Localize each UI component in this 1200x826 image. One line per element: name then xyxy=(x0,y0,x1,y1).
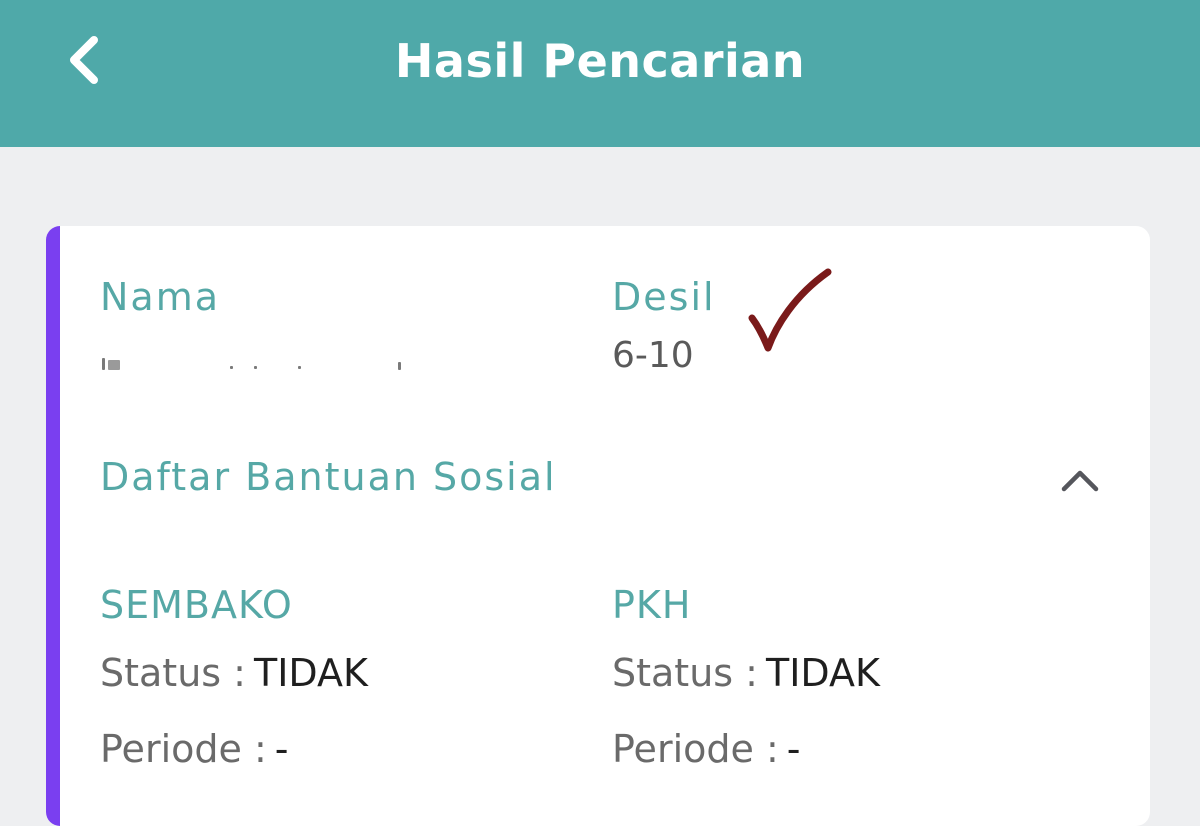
status-label: Status : xyxy=(612,651,758,695)
periode-row-sembako: Periode :- xyxy=(100,726,288,772)
card-accent-bar xyxy=(46,226,60,826)
nama-value-redacted xyxy=(100,354,401,374)
handwritten-checkmark-icon xyxy=(748,268,832,352)
periode-value: - xyxy=(274,727,289,771)
section-title-bansos: Daftar Bantuan Sosial xyxy=(100,455,557,499)
program-name-sembako: SEMBAKO xyxy=(100,583,293,627)
periode-label: Periode : xyxy=(612,727,779,771)
desil-value: 6-10 xyxy=(612,335,694,376)
result-card: Nama Desil 6-10 Daftar Bantuan Sosial SE… xyxy=(46,226,1150,826)
periode-row-pkh: Periode :- xyxy=(612,726,800,772)
status-label: Status : xyxy=(100,651,246,695)
periode-label: Periode : xyxy=(100,727,267,771)
program-name-pkh: PKH xyxy=(612,583,692,627)
page-title: Hasil Pencarian xyxy=(394,34,806,88)
periode-value: - xyxy=(786,727,801,771)
collapse-toggle-button[interactable] xyxy=(1050,456,1110,506)
desil-label: Desil xyxy=(612,275,716,319)
status-row-sembako: Status : TIDAK xyxy=(100,650,368,696)
status-value: TIDAK xyxy=(253,651,368,695)
status-row-pkh: Status : TIDAK xyxy=(612,650,880,696)
app-header: Hasil Pencarian xyxy=(0,0,1200,147)
chevron-up-icon xyxy=(1061,470,1099,492)
status-value: TIDAK xyxy=(765,651,880,695)
nama-label: Nama xyxy=(100,275,221,319)
